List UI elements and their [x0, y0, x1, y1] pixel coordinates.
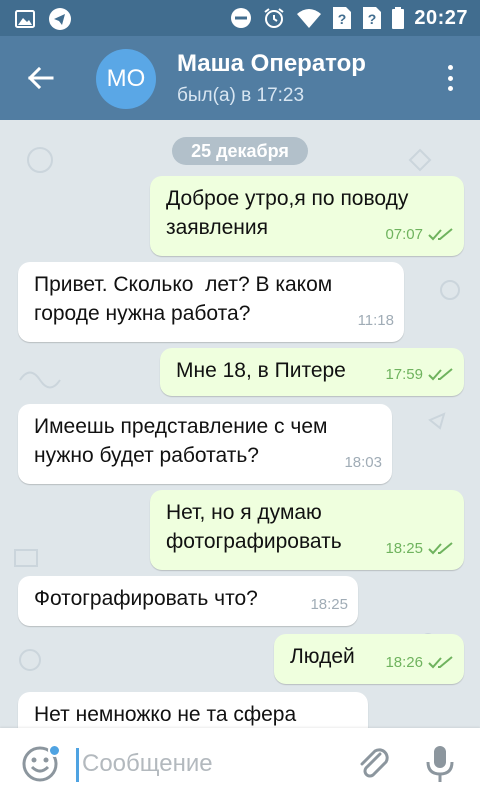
double-check-icon [428, 655, 453, 668]
message-meta: 17:59 [385, 360, 454, 389]
avatar[interactable]: МО [96, 49, 156, 109]
message-text: Фотографировать что? [34, 587, 258, 610]
message-text: Доброе утро,я по поводу заявления [166, 187, 409, 239]
emoji-notification-dot [48, 744, 61, 757]
message-bubble-incoming[interactable]: Нет немножко не та сфера [18, 692, 368, 728]
message-time: 11:18 [357, 312, 394, 329]
message-time: 18:25 [385, 540, 423, 557]
message-time: 17:59 [385, 366, 423, 383]
double-check-icon [428, 541, 453, 554]
double-check-icon [428, 367, 453, 380]
message-bubble-outgoing[interactable]: Мне 18, в Питере 17:59 [160, 348, 464, 396]
message-meta: 18:03 [344, 448, 382, 477]
message-text: Людей [290, 645, 355, 668]
double-check-icon [428, 227, 453, 240]
svg-text:?: ? [368, 11, 377, 27]
message-time: 18:03 [344, 454, 382, 471]
last-seen-status: был(а) в 17:23 [177, 85, 305, 106]
date-separator: 25 декабря [172, 137, 308, 165]
message-bubble-outgoing[interactable]: Людей 18:26 [274, 634, 464, 684]
message-bubble-outgoing[interactable]: Нет, но я думаю фотографировать 18:25 [150, 490, 464, 570]
message-bubble-incoming[interactable]: Фотографировать что? 18:25 [18, 576, 358, 626]
chat-header: МО Маша Оператор был(а) в 17:23 [0, 36, 480, 120]
message-text: Имеешь представление с чем нужно будет р… [34, 415, 328, 467]
chat-title[interactable]: Маша Оператор [177, 50, 366, 78]
message-text: Мне 18, в Питере [176, 359, 346, 382]
message-meta: 11:18 [358, 306, 394, 335]
message-meta: 07:07 [385, 220, 454, 249]
status-time: 20:27 [414, 6, 468, 29]
battery-icon [392, 7, 405, 29]
wifi-icon [297, 9, 322, 28]
arrow-back-icon [27, 66, 54, 90]
sim-unknown-icon: ? [333, 7, 352, 29]
message-list[interactable]: 25 декабря Доброе утро,я по поводу заявл… [0, 120, 480, 728]
message-input[interactable] [82, 744, 332, 784]
message-text: Нет немножко не та сфера [34, 703, 297, 726]
message-bubble-outgoing[interactable]: Доброе утро,я по поводу заявления 07:07 [150, 176, 464, 256]
microphone-icon[interactable] [422, 742, 458, 786]
message-text: Привет. Сколько лет? В каком городе нужн… [34, 273, 333, 325]
status-bar: ? ? 20:27 [0, 0, 480, 36]
back-button[interactable] [18, 56, 62, 100]
alarm-icon [264, 8, 284, 28]
telegram-icon [49, 8, 71, 30]
message-time: 18:26 [385, 654, 423, 671]
message-bubble-incoming[interactable]: Имеешь представление с чем нужно будет р… [18, 404, 392, 484]
message-composer [0, 728, 480, 800]
message-time: 07:07 [385, 226, 423, 243]
message-meta: 18:26 [385, 648, 454, 677]
text-cursor [76, 748, 79, 782]
paperclip-icon[interactable] [354, 744, 394, 784]
message-bubble-incoming[interactable]: Привет. Сколько лет? В каком городе нужн… [18, 262, 404, 342]
image-icon [15, 10, 35, 28]
message-time: 18:25 [310, 596, 348, 613]
message-meta: 18:25 [310, 590, 348, 619]
do-not-disturb-icon [231, 8, 252, 28]
svg-text:?: ? [338, 11, 347, 27]
message-text: Нет, но я думаю фотографировать [166, 501, 342, 553]
sim-unknown-icon: ? [363, 7, 382, 29]
more-vertical-icon[interactable] [438, 60, 462, 96]
message-meta: 18:25 [385, 534, 454, 563]
